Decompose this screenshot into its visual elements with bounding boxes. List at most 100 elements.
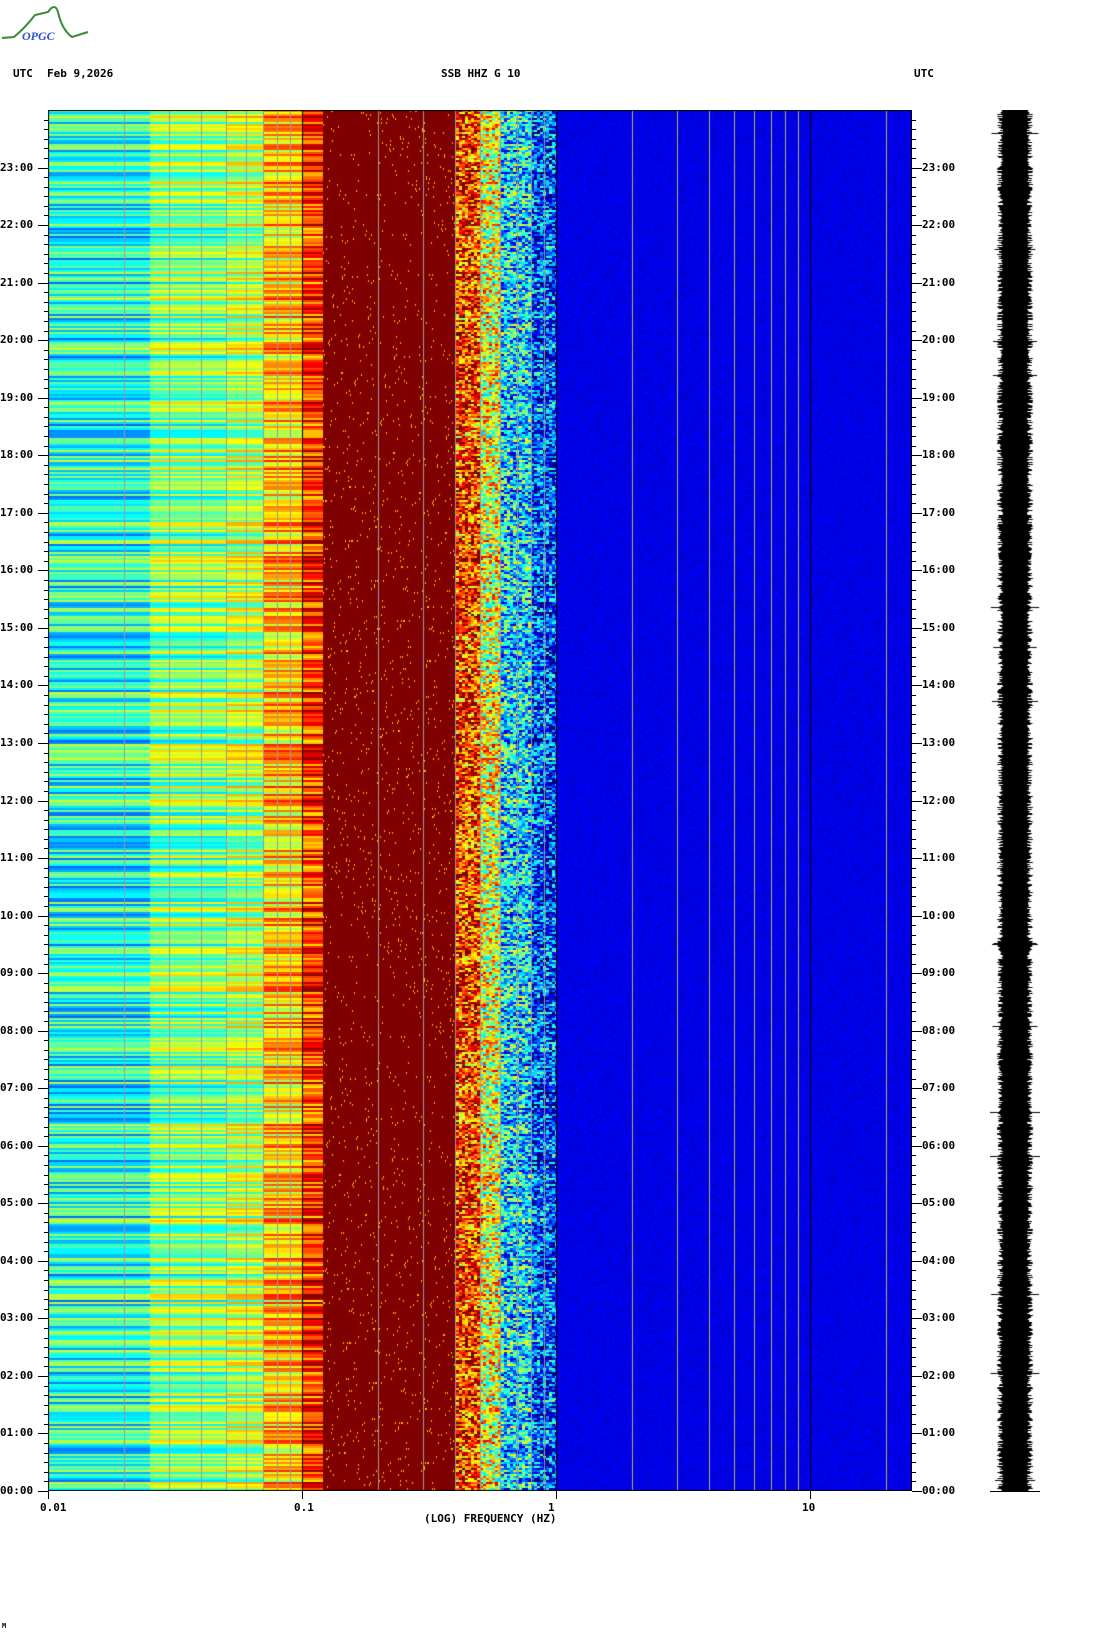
y-minor-tick-left [44, 1001, 48, 1003]
y-minor-tick-left [44, 301, 48, 303]
y-tick-right [912, 225, 922, 227]
y-minor-tick-left [44, 925, 48, 927]
y-minor-tick-right [912, 1471, 916, 1473]
y-tick-right [912, 915, 922, 917]
y-minor-tick-left [44, 886, 48, 888]
y-minor-tick-right [912, 1021, 916, 1023]
y-minor-tick-right [912, 953, 916, 955]
y-minor-tick-left [44, 1021, 48, 1023]
y-minor-tick-right [912, 905, 916, 907]
y-minor-tick-right [912, 1299, 916, 1301]
y-tick-right [912, 1491, 922, 1492]
y-minor-tick-right [912, 464, 916, 466]
y-tick-left [38, 1260, 48, 1262]
y-tick-right [912, 512, 922, 514]
y-minor-tick-left [44, 1222, 48, 1224]
y-minor-tick-right [912, 1366, 916, 1368]
y-tick-label-left: 14:00 [0, 678, 34, 692]
y-minor-tick-right [912, 790, 916, 792]
y-minor-tick-right [912, 618, 916, 620]
y-minor-tick-right [912, 368, 916, 370]
y-tick-label-right: 03:00 [922, 1311, 956, 1325]
y-minor-tick-left [44, 426, 48, 428]
y-minor-tick-right [912, 484, 916, 486]
y-minor-tick-right [912, 666, 916, 668]
y-minor-tick-left [44, 608, 48, 610]
y-minor-tick-right [912, 1481, 916, 1483]
y-tick-left [38, 1375, 48, 1377]
y-tick-right [912, 340, 922, 342]
y-minor-tick-left [44, 186, 48, 188]
y-minor-tick-left [44, 273, 48, 275]
y-minor-tick-left [44, 867, 48, 869]
y-tick-right [912, 455, 922, 457]
x-tick-label: 10 [802, 1501, 816, 1514]
y-minor-tick-right [912, 522, 916, 524]
y-minor-tick-right [912, 1078, 916, 1080]
y-minor-tick-left [44, 1337, 48, 1339]
y-tick-right [912, 282, 922, 284]
y-tick-label-left: 13:00 [0, 735, 34, 749]
y-minor-tick-left [44, 714, 48, 716]
y-minor-tick-right [912, 560, 916, 562]
y-tick-label-right: 09:00 [922, 966, 956, 980]
y-minor-tick-right [912, 1289, 916, 1291]
y-minor-tick-right [912, 407, 916, 409]
y-minor-tick-left [44, 1452, 48, 1454]
y-minor-tick-right [912, 1126, 916, 1128]
y-tick-label-left: 07:00 [0, 1081, 34, 1095]
y-tick-label-left: 20:00 [0, 333, 34, 347]
y-minor-tick-left [44, 234, 48, 236]
y-minor-tick-right [912, 838, 916, 840]
y-minor-tick-right [912, 1116, 916, 1118]
y-minor-tick-left [44, 1443, 48, 1445]
y-minor-tick-right [912, 656, 916, 658]
y-minor-tick-left [44, 445, 48, 447]
y-minor-tick-left [44, 1327, 48, 1329]
y-minor-tick-left [44, 531, 48, 533]
y-minor-tick-right [912, 378, 916, 380]
y-minor-tick-right [912, 1184, 916, 1186]
x-tick-label: 0.01 [40, 1501, 67, 1514]
y-minor-tick-right [912, 944, 916, 946]
y-tick-label-right: 12:00 [922, 793, 956, 807]
y-minor-tick-right [912, 234, 916, 236]
opgc-logo: OPGC [1, 6, 89, 43]
y-tick-left [38, 1088, 48, 1090]
y-tick-label-left: 23:00 [0, 160, 34, 174]
y-minor-tick-right [912, 848, 916, 850]
y-tick-right [912, 1030, 922, 1032]
y-tick-right [912, 570, 922, 572]
y-minor-tick-left [44, 829, 48, 831]
y-minor-tick-right [912, 474, 916, 476]
y-tick-left [38, 915, 48, 917]
y-minor-tick-left [44, 320, 48, 322]
y-minor-tick-left [44, 1462, 48, 1464]
x-tick [302, 1491, 303, 1499]
y-minor-tick-right [912, 1308, 916, 1310]
y-minor-tick-left [44, 330, 48, 332]
y-tick-label-right: 11:00 [922, 851, 956, 865]
y-tick-label-right: 22:00 [922, 218, 956, 232]
y-minor-tick-left [44, 618, 48, 620]
y-minor-tick-right [912, 589, 916, 591]
y-minor-tick-right [912, 129, 916, 131]
y-minor-tick-right [912, 359, 916, 361]
y-minor-tick-left [44, 129, 48, 131]
y-tick-left [38, 167, 48, 169]
y-tick-label-left: 17:00 [0, 505, 34, 519]
y-tick-label-right: 20:00 [922, 333, 956, 347]
y-tick-label-left: 22:00 [0, 218, 34, 232]
y-minor-tick-left [44, 1011, 48, 1013]
y-minor-tick-left [44, 1212, 48, 1214]
y-minor-tick-left [44, 1347, 48, 1349]
y-minor-tick-right [912, 1069, 916, 1071]
y-minor-tick-right [912, 416, 916, 418]
y-minor-tick-left [44, 944, 48, 946]
x-axis-label: (LOG) FREQUENCY (HZ) [424, 1512, 557, 1525]
y-tick-label-right: 16:00 [922, 563, 956, 577]
y-minor-tick-left [44, 1078, 48, 1080]
y-tick-label-right: 18:00 [922, 448, 956, 462]
y-minor-tick-left [44, 666, 48, 668]
y-minor-tick-left [44, 982, 48, 984]
